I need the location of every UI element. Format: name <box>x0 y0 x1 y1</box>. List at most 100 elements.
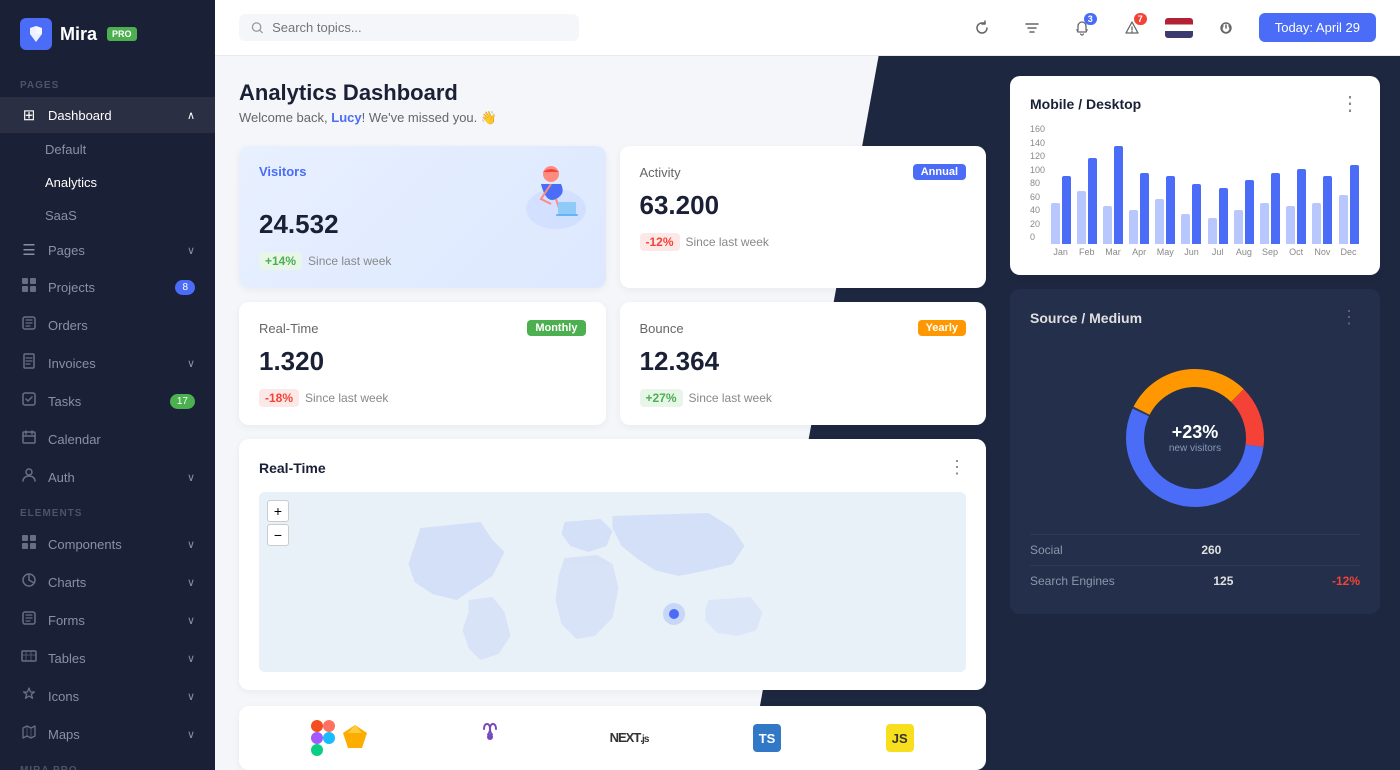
mobile-bar <box>1234 210 1243 244</box>
icons-icon <box>20 686 38 706</box>
desktop-bar <box>1271 173 1280 244</box>
sidebar-item-calendar[interactable]: Calendar <box>0 420 215 458</box>
realtime-map-menu[interactable]: ⋮ <box>948 457 966 478</box>
sidebar-item-label: Icons <box>48 689 79 704</box>
sidebar-item-orders[interactable]: Orders <box>0 306 215 344</box>
sidebar-item-icons[interactable]: Icons ∨ <box>0 677 215 715</box>
donut-center: +23% new visitors <box>1169 422 1221 454</box>
logo-icon <box>20 18 52 50</box>
mobile-bar <box>1103 206 1112 244</box>
subitem-label: Default <box>45 142 86 157</box>
sidebar-item-label: Orders <box>48 318 88 333</box>
realtime-map-title: Real-Time <box>259 460 326 476</box>
sidebar-item-components[interactable]: Components ∨ <box>0 525 215 563</box>
donut-chart-container: +23% new visitors <box>1030 342 1360 534</box>
visitors-footer: +14% Since last week <box>259 252 586 270</box>
sidebar-item-label: Dashboard <box>48 108 112 123</box>
month-group <box>1180 124 1203 244</box>
right-column: Mobile / Desktop ⋮ 160 140 120 100 80 60… <box>1010 56 1400 770</box>
sidebar-item-label: Charts <box>48 575 86 590</box>
realtime-change: -18% <box>259 389 299 407</box>
activity-value: 63.200 <box>640 190 967 221</box>
desktop-bar <box>1297 169 1306 244</box>
month-group <box>1311 124 1334 244</box>
notifications-button[interactable]: 3 <box>1065 11 1099 45</box>
sidebar-item-maps[interactable]: Maps ∨ <box>0 715 215 753</box>
logo-text: Mira <box>60 24 97 45</box>
month-label: Feb <box>1075 247 1098 257</box>
month-group <box>1075 124 1098 244</box>
auth-icon <box>20 467 38 487</box>
month-group <box>1206 124 1229 244</box>
elements-section-title: ELEMENTS <box>0 496 215 525</box>
sidebar-item-projects[interactable]: Projects 8 <box>0 268 215 306</box>
realtime-map-header: Real-Time ⋮ <box>259 457 966 478</box>
map-location-dot <box>669 609 679 619</box>
filter-button[interactable] <box>1015 11 1049 45</box>
sidebar-subitem-analytics[interactable]: Analytics <box>0 166 215 199</box>
chevron-down-icon: ∨ <box>187 576 195 589</box>
activity-label: Activity <box>640 165 681 180</box>
today-button[interactable]: Today: April 29 <box>1259 13 1376 42</box>
sidebar-item-auth[interactable]: Auth ∨ <box>0 458 215 496</box>
sidebar-item-label: Maps <box>48 727 80 742</box>
body-area: Analytics Dashboard Welcome back, Lucy! … <box>215 56 1400 770</box>
sidebar-item-dashboard[interactable]: ⊞ Dashboard ∧ <box>0 97 215 133</box>
alerts-button[interactable]: 7 <box>1115 11 1149 45</box>
tech-logos-strip: NEXT.js TS JS <box>239 706 986 770</box>
refresh-button[interactable] <box>965 11 999 45</box>
chevron-down-icon: ∨ <box>187 471 195 484</box>
zoom-out-button[interactable]: − <box>267 524 289 546</box>
desktop-bar <box>1114 146 1123 244</box>
sidebar-item-charts[interactable]: Charts ∨ <box>0 563 215 601</box>
world-map-svg <box>259 492 966 672</box>
source-name: Search Engines <box>1030 574 1115 588</box>
activity-since: Since last week <box>686 235 769 249</box>
desktop-bar <box>1350 165 1359 244</box>
desktop-bar <box>1166 176 1175 244</box>
sidebar-item-tables[interactable]: Tables ∨ <box>0 639 215 677</box>
sidebar-subitem-saas[interactable]: SaaS <box>0 199 215 232</box>
mobile-bar <box>1129 210 1138 244</box>
power-button[interactable] <box>1209 11 1243 45</box>
month-group <box>1049 124 1072 244</box>
mobile-desktop-menu[interactable]: ⋮ <box>1340 94 1360 114</box>
sidebar-item-label: Tasks <box>48 394 81 409</box>
bounce-badge: Yearly <box>918 320 966 336</box>
desktop-bar <box>1219 188 1228 244</box>
subtitle-pre: Welcome back, <box>239 110 331 125</box>
sidebar-subitem-default[interactable]: Default <box>0 133 215 166</box>
desktop-bar <box>1140 173 1149 244</box>
page-header: Analytics Dashboard Welcome back, Lucy! … <box>239 80 986 126</box>
sidebar-item-label: Forms <box>48 613 85 628</box>
sidebar-item-label: Tables <box>48 651 86 666</box>
source-change: -12% <box>1332 574 1360 588</box>
invoices-icon <box>20 353 38 373</box>
y-label: 120 <box>1030 151 1045 161</box>
javascript-text: JS <box>892 731 908 746</box>
source-medium-menu[interactable]: ⋮ <box>1340 307 1360 328</box>
sidebar-item-tasks[interactable]: Tasks 17 <box>0 382 215 420</box>
page-title: Analytics Dashboard <box>239 80 986 106</box>
sidebar-item-forms[interactable]: Forms ∨ <box>0 601 215 639</box>
zoom-in-button[interactable]: + <box>267 500 289 522</box>
page-subtitle: Welcome back, Lucy! We've missed you. 👋 <box>239 110 986 126</box>
mobile-desktop-card: Mobile / Desktop ⋮ 160 140 120 100 80 60… <box>1010 76 1380 275</box>
figma-logo <box>311 720 370 756</box>
subitem-label: SaaS <box>45 208 77 223</box>
filter-icon <box>1024 20 1040 36</box>
search-input[interactable] <box>272 20 567 35</box>
dashboard-icon: ⊞ <box>20 106 38 124</box>
charts-icon <box>20 572 38 592</box>
search-icon <box>251 21 264 35</box>
sidebar-item-pages[interactable]: ☰ Pages ∨ <box>0 232 215 268</box>
month-label: Mar <box>1101 247 1124 257</box>
map-zoom-controls: + − <box>267 500 289 546</box>
subitem-label: Analytics <box>45 175 97 190</box>
sidebar-item-invoices[interactable]: Invoices ∨ <box>0 344 215 382</box>
search-wrap[interactable] <box>239 14 579 41</box>
language-flag[interactable] <box>1165 18 1193 38</box>
activity-footer: -12% Since last week <box>640 233 967 251</box>
month-group <box>1258 124 1281 244</box>
refresh-icon <box>974 20 990 36</box>
